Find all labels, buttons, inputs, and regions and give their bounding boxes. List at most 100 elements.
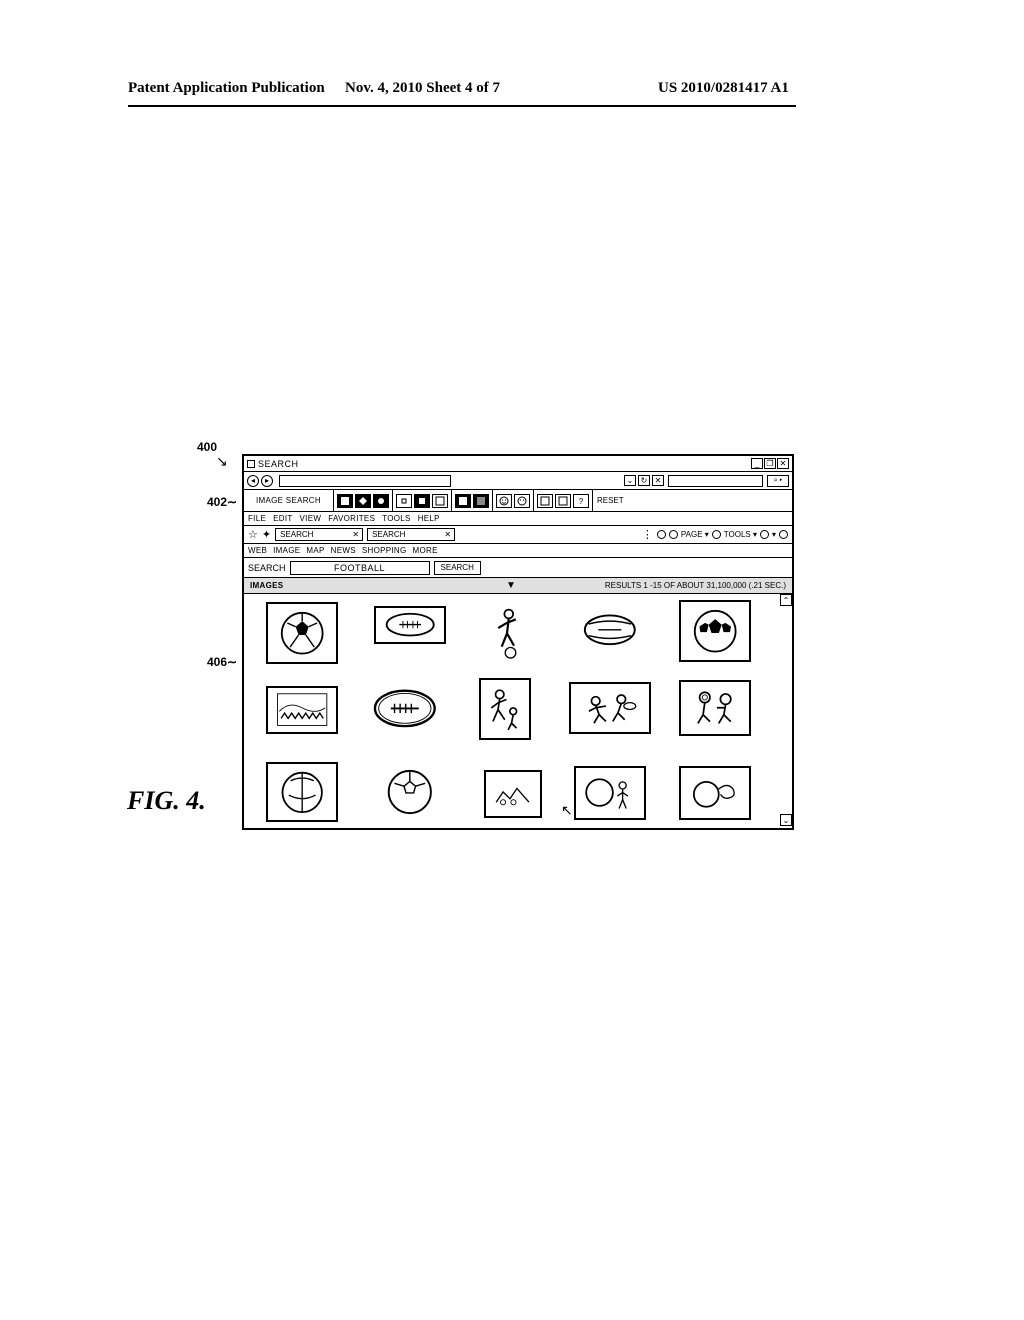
thumb-players-tackle-2[interactable]	[569, 682, 651, 734]
search-button[interactable]: SEARCH	[434, 561, 481, 575]
results-count: RESULTS 1 -15 OF ABOUT 31,100,000 (.21 S…	[605, 581, 786, 590]
toolbar-group-3	[451, 490, 492, 511]
stop-icon[interactable]: ✕	[652, 475, 664, 486]
tab-1[interactable]: SEARCH✕	[275, 528, 363, 541]
header-sheet: Nov. 4, 2010 Sheet 4 of 7	[345, 80, 500, 97]
tool-dark-1-icon[interactable]	[337, 494, 353, 508]
tool-b-icon[interactable]	[555, 494, 571, 508]
address-dropdown-icon[interactable]: ⌄	[624, 475, 636, 486]
thumb-ball-smoke[interactable]	[679, 766, 751, 820]
scroll-down-icon[interactable]: ⌄	[780, 814, 792, 826]
menu-bar: FILE EDIT VIEW FAVORITES TOOLS HELP	[244, 512, 792, 526]
tool-help-icon[interactable]: ?	[573, 494, 589, 508]
menu-edit[interactable]: EDIT	[273, 514, 292, 523]
results-heading: IMAGES	[250, 581, 283, 590]
header-rule	[128, 105, 796, 107]
header-publication: Patent Application Publication	[128, 80, 325, 97]
ref-406: 406∼	[207, 655, 237, 669]
cat-image[interactable]: IMAGE	[273, 546, 300, 555]
menu-help[interactable]: HELP	[418, 514, 440, 523]
tool-color-2-icon[interactable]	[473, 494, 489, 508]
figure-label: FIG. 4.	[127, 786, 206, 816]
scroll-up-icon[interactable]: ⌃	[780, 594, 792, 606]
svg-text:?: ?	[579, 497, 584, 506]
thumb-american-football-2[interactable]	[574, 604, 646, 656]
results-bar: IMAGES ▼ RESULTS 1 -15 OF ABOUT 31,100,0…	[244, 578, 792, 594]
menu-view[interactable]: VIEW	[300, 514, 322, 523]
back-button[interactable]: ◂	[247, 475, 259, 487]
tool-size-large-icon[interactable]	[432, 494, 448, 508]
toolbar-label: IMAGE SEARCH	[244, 496, 333, 505]
tool-size-small-icon[interactable]	[396, 494, 412, 508]
thumb-american-football-1[interactable]	[374, 606, 446, 644]
tab-ctrl-3-icon[interactable]	[712, 530, 721, 539]
thumb-stadium-crowd[interactable]	[266, 686, 338, 734]
tab-1-close-icon[interactable]: ✕	[352, 530, 359, 539]
tab-2-close-icon[interactable]: ✕	[444, 530, 451, 539]
tools-menu[interactable]: TOOLS ▾	[724, 530, 757, 539]
minimize-button[interactable]: _	[751, 458, 763, 469]
menu-file[interactable]: FILE	[248, 514, 266, 523]
thumb-american-football-3[interactable]	[364, 680, 446, 736]
page-menu[interactable]: PAGE ▾	[681, 530, 709, 539]
search-row: SEARCH FOOTBALL SEARCH	[244, 558, 792, 578]
maximize-button[interactable]: ❐	[764, 458, 776, 469]
menu-favorites[interactable]: FAVORITES	[328, 514, 375, 523]
search-input[interactable]: FOOTBALL	[290, 561, 430, 575]
ref-400: 400	[197, 440, 217, 454]
thumb-ball-player[interactable]	[574, 766, 646, 820]
quick-search-input[interactable]	[668, 475, 763, 487]
tool-face-1-icon[interactable]	[496, 494, 512, 508]
toolbar-group-4	[492, 490, 533, 511]
tool-dark-2-icon[interactable]	[355, 494, 371, 508]
star-filled-icon[interactable]: ✦	[262, 528, 271, 541]
browser-window: SEARCH _ ❐ ✕ ◂ ▸ ⌄ ↻ ✕ ⌕ ▸ IMAGE SEARCH	[242, 454, 794, 830]
star-outline-icon[interactable]: ☆	[248, 528, 258, 541]
search-label: SEARCH	[248, 563, 286, 573]
tab-ctrl-2-icon[interactable]	[669, 530, 678, 539]
cat-news[interactable]: NEWS	[331, 546, 356, 555]
thumb-soccer-ball-2[interactable]	[679, 600, 751, 662]
tab-extra-dropdown[interactable]: ▾	[772, 530, 776, 539]
toolbar-group-1	[333, 490, 392, 511]
refresh-icon[interactable]: ↻	[638, 475, 650, 486]
cursor-icon: ↖	[561, 802, 573, 819]
thumb-soccer-ball-4[interactable]	[374, 762, 446, 822]
tab-2[interactable]: SEARCH✕	[367, 528, 455, 541]
tab-menu-icon[interactable]: ⋮	[642, 528, 653, 541]
thumb-player-running[interactable]	[484, 600, 529, 666]
tool-size-med-icon[interactable]	[414, 494, 430, 508]
tool-color-1-icon[interactable]	[455, 494, 471, 508]
address-bar[interactable]	[279, 475, 451, 487]
cat-more[interactable]: MORE	[413, 546, 438, 555]
tab-ctrl-1-icon[interactable]	[657, 530, 666, 539]
close-button[interactable]: ✕	[777, 458, 789, 469]
page: Patent Application Publication Nov. 4, 2…	[0, 0, 1024, 1320]
category-row: WEB IMAGE MAP NEWS SHOPPING MORE	[244, 544, 792, 558]
cat-shopping[interactable]: SHOPPING	[362, 546, 407, 555]
tab-ctrl-4-icon[interactable]	[760, 530, 769, 539]
header-patent-number: US 2010/0281417 A1	[658, 80, 789, 97]
tab-row: ☆ ✦ SEARCH✕ SEARCH✕ ⋮ PAGE ▾ TOOLS ▾ ▾	[244, 526, 792, 544]
forward-button[interactable]: ▸	[261, 475, 273, 487]
thumb-soccer-ball-3[interactable]	[266, 762, 338, 822]
tab-right-controls: PAGE ▾ TOOLS ▾ ▾	[657, 530, 788, 539]
tool-a-icon[interactable]	[537, 494, 553, 508]
tab-ctrl-5-icon[interactable]	[779, 530, 788, 539]
cat-map[interactable]: MAP	[306, 546, 324, 555]
thumb-players-tackle-3[interactable]	[679, 680, 751, 736]
cat-web[interactable]: WEB	[248, 546, 267, 555]
go-button[interactable]: ⌕ ▸	[767, 475, 789, 487]
thumb-player-tackle-1[interactable]	[479, 678, 531, 740]
window-icon	[247, 460, 255, 468]
results-dropdown-icon[interactable]: ▼	[506, 580, 516, 591]
toolbar-group-5: ?	[533, 490, 592, 511]
thumb-soccer-ball-1[interactable]	[266, 602, 338, 664]
tool-face-2-icon[interactable]	[514, 494, 530, 508]
ref-400-arrow: ↘	[216, 454, 228, 471]
menu-tools[interactable]: TOOLS	[382, 514, 410, 523]
nav-row: ◂ ▸ ⌄ ↻ ✕ ⌕ ▸	[244, 472, 792, 490]
tool-dark-3-icon[interactable]	[373, 494, 389, 508]
thumb-scene-1[interactable]	[484, 770, 542, 818]
reset-button[interactable]: RESET	[592, 490, 628, 511]
